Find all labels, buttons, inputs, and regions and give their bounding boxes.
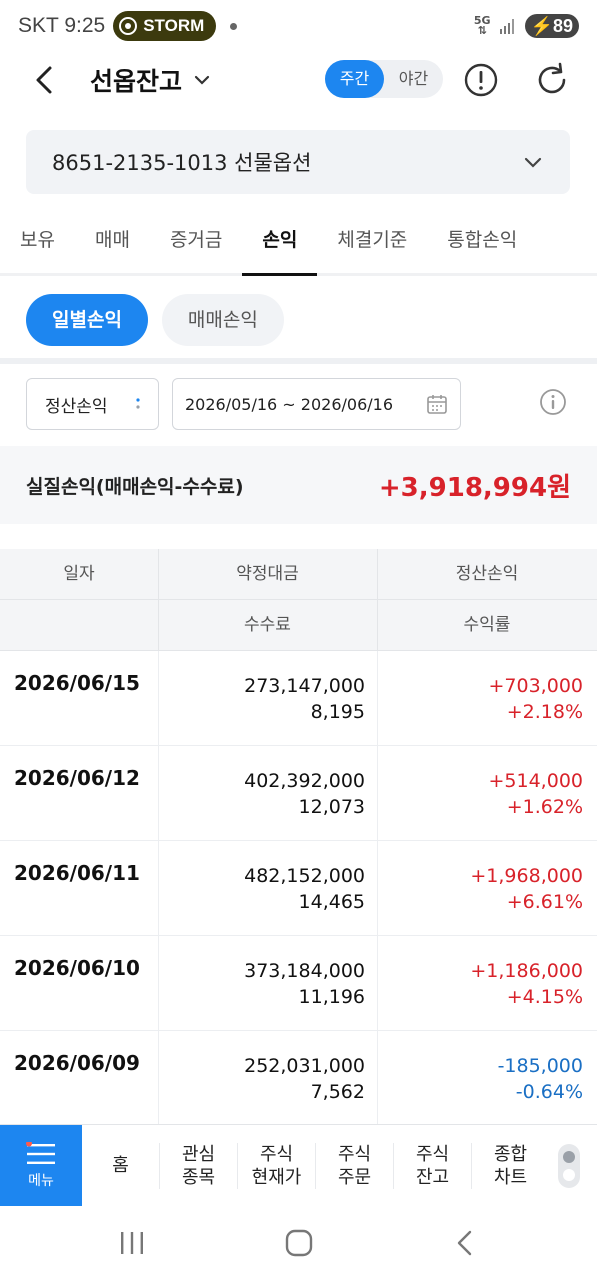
chevron-down-icon <box>194 75 210 85</box>
col-divider <box>377 1031 378 1124</box>
header-divider <box>0 599 597 600</box>
tab-total-profit-loss[interactable]: 통합손익 <box>427 208 537 274</box>
alert-icon[interactable] <box>461 60 501 100</box>
date-range-value: 2026/05/16 ~ 2026/06/16 <box>185 394 394 414</box>
row-pl-rate: -185,000 -0.64% <box>497 1055 583 1103</box>
row-pl-rate: +703,000 +2.18% <box>488 675 584 723</box>
tab-profit-loss[interactable]: 손익 <box>242 208 318 276</box>
table-row[interactable]: 2026/06/10 373,184,000 11,196 +1,186,000 +… <box>0 936 597 1031</box>
session-toggle[interactable]: 주간 야간 <box>325 60 443 98</box>
col-divider <box>377 936 378 1030</box>
account-selector[interactable]: 8651-2135-1013 선물옵션 <box>26 130 570 194</box>
menu-chart[interactable]: 종합 차트 <box>472 1143 549 1189</box>
row-pl-rate: +1,968,000 +6.61% <box>470 865 583 913</box>
pl-type-select[interactable]: 정산손익 <box>26 378 159 430</box>
row-date: 2026/06/09 <box>14 1051 140 1075</box>
carrier-label: SKT 9:25 <box>18 14 106 37</box>
col-divider <box>377 841 378 935</box>
table-row[interactable]: 2026/06/12 402,392,000 12,073 +514,000 +1.… <box>0 746 597 841</box>
daily-pl-button[interactable]: 일별손익 <box>26 294 148 346</box>
calendar-icon <box>427 395 447 414</box>
info-icon[interactable] <box>539 388 567 416</box>
header-rate: 수익률 <box>463 615 511 635</box>
date-range-picker[interactable]: 2026/05/16 ~ 2026/06/16 <box>172 378 461 430</box>
table-row[interactable]: 2026/06/09 252,031,000 7,562 -185,000 -0.6… <box>0 1031 597 1124</box>
app-header: 선옵잔고 주간 야간 <box>0 52 597 110</box>
header-amount: 약정대금 <box>236 564 299 584</box>
row-date: 2026/06/15 <box>14 671 140 695</box>
system-nav-bar <box>0 1206 597 1280</box>
tab-holdings[interactable]: 보유 <box>0 208 75 274</box>
real-pl-summary: 실질손익(매매손익-수수료) +3,918,994원 <box>0 446 597 524</box>
row-pl-rate: +514,000 +1.62% <box>488 770 584 818</box>
menu-stock-balance[interactable]: 주식 잔고 <box>394 1142 472 1189</box>
back-nav-icon[interactable] <box>452 1228 478 1258</box>
header-pl: 정산손익 <box>455 564 519 584</box>
col-divider <box>377 651 378 745</box>
signal-icon <box>499 19 514 34</box>
pl-table-body: 2026/06/15 273,147,000 8,195 +703,000 +2.1… <box>0 651 597 1124</box>
header-col-divider <box>377 549 378 651</box>
toggle-icon[interactable] <box>557 1143 581 1189</box>
tab-margin[interactable]: 증거금 <box>150 208 242 274</box>
row-pl-rate: +1,186,000 +4.15% <box>470 960 583 1008</box>
account-label: 8651-2135-1013 선물옵션 <box>52 151 312 175</box>
day-session-option[interactable]: 주간 <box>325 60 384 98</box>
storm-badge: STORM <box>113 11 217 41</box>
pl-type-value: 정산손익 <box>45 396 108 417</box>
header-fee: 수수료 <box>244 615 291 635</box>
page-title[interactable]: 선옵잔고 <box>90 62 212 98</box>
home-icon[interactable] <box>284 1228 314 1258</box>
notification-dot-icon <box>230 22 238 30</box>
status-right: 5G ⇅ ⚡ 89 <box>474 14 579 38</box>
row-amount-fee: 273,147,000 8,195 <box>244 675 365 723</box>
col-divider <box>377 746 378 840</box>
summary-label: 실질손익(매매손익-수수료) <box>26 475 244 498</box>
status-bar: SKT 9:25 STORM 5G ⇅ ⚡ 89 <box>0 0 597 52</box>
tab-bar: 보유 매매 증거금 손익 체결기준 통합손익 <box>0 208 597 276</box>
page-title-text: 선옵잔고 <box>90 67 183 96</box>
row-amount-fee: 482,152,000 14,465 <box>244 865 365 913</box>
record-icon <box>119 17 138 35</box>
tab-trading[interactable]: 매매 <box>75 208 150 274</box>
row-amount-fee: 252,031,000 7,562 <box>244 1055 365 1103</box>
menu-button[interactable]: 메뉴 <box>0 1124 82 1207</box>
sub-tab-group: 일별손익 매매손익 <box>26 294 284 346</box>
table-row[interactable]: 2026/06/15 273,147,000 8,195 +703,000 +2.1… <box>0 651 597 746</box>
section-divider <box>0 358 597 364</box>
trade-pl-button[interactable]: 매매손익 <box>161 294 284 346</box>
menu-label: 메뉴 <box>28 1172 54 1189</box>
refresh-icon[interactable] <box>532 60 572 100</box>
chevron-down-icon <box>524 157 542 168</box>
table-header: 일자 약정대금 정산손익 수수료 수익률 <box>0 549 597 651</box>
network-icon: 5G ⇅ <box>473 14 491 37</box>
col-divider <box>158 651 159 745</box>
header-col-divider <box>158 549 159 651</box>
row-amount-fee: 373,184,000 11,196 <box>244 960 365 1008</box>
selector-dots-icon <box>136 398 140 409</box>
menu-stock-price[interactable]: 주식 현재가 <box>238 1142 316 1189</box>
row-date: 2026/06/10 <box>14 956 140 980</box>
battery-icon: ⚡ 89 <box>524 14 579 38</box>
recent-apps-icon[interactable] <box>118 1228 146 1258</box>
hamburger-icon <box>26 1141 55 1164</box>
back-arrow-icon[interactable] <box>28 60 64 100</box>
menu-home[interactable]: 홈 <box>82 1142 160 1189</box>
summary-value: +3,918,994원 <box>378 472 571 503</box>
menu-stock-order[interactable]: 주식 주문 <box>316 1142 394 1189</box>
col-divider <box>158 746 159 840</box>
row-date: 2026/06/12 <box>14 766 140 790</box>
bottom-menu-bar: 메뉴 홈 관심 종목 주식 현재가 주식 주문 주식 잔고 종합 차트 <box>0 1124 597 1207</box>
row-date: 2026/06/11 <box>14 861 140 885</box>
col-divider <box>158 841 159 935</box>
menu-watchlist[interactable]: 관심 종목 <box>160 1142 238 1189</box>
table-row[interactable]: 2026/06/11 482,152,000 14,465 +1,968,000 +… <box>0 841 597 936</box>
header-date: 일자 <box>63 564 95 584</box>
night-session-option[interactable]: 야간 <box>384 60 443 98</box>
col-divider <box>158 936 159 1030</box>
col-divider <box>158 1031 159 1124</box>
tab-execution-basis[interactable]: 체결기준 <box>317 208 427 274</box>
row-amount-fee: 402,392,000 12,073 <box>244 770 365 818</box>
